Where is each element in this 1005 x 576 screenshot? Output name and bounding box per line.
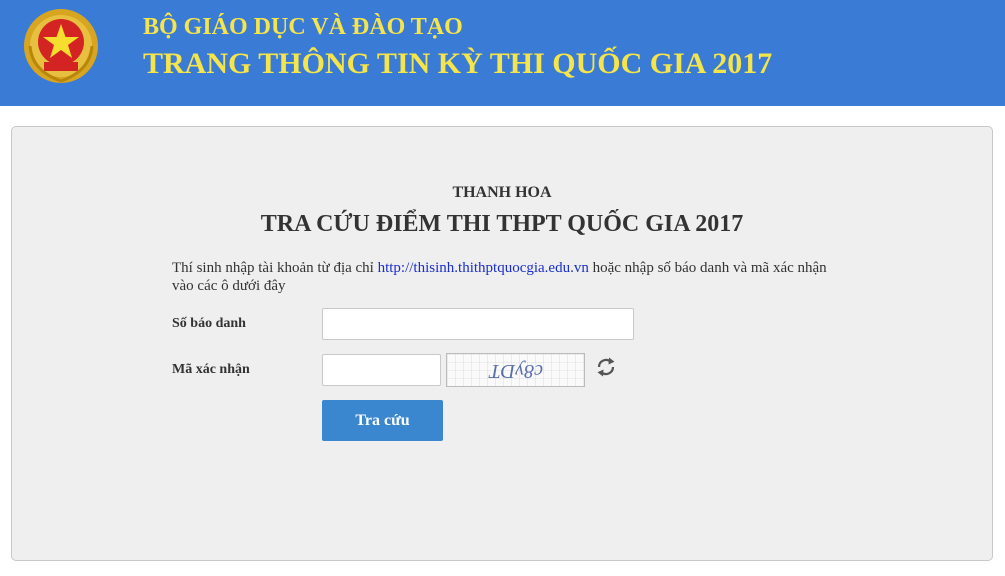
national-emblem-icon <box>24 9 98 83</box>
sbd-label: Số báo danh <box>172 316 246 331</box>
captcha-input[interactable] <box>322 354 441 386</box>
province-name: THANH HOA <box>452 184 552 201</box>
lookup-panel: THANH HOA TRA CỨU ĐIỂM THI THPT QUỐC GIA… <box>11 126 993 561</box>
site-title: TRANG THÔNG TIN KỲ THI QUỐC GIA 2017 <box>143 47 773 80</box>
instructions-text: Thí sinh nhập tài khoản từ địa chỉ http:… <box>172 259 832 295</box>
candidate-portal-link[interactable]: http://thisinh.thithptquocgia.edu.vn <box>378 260 589 276</box>
instructions-before: Thí sinh nhập tài khoản từ địa chỉ <box>172 260 378 276</box>
ministry-name: BỘ GIÁO DỤC VÀ ĐÀO TẠO <box>143 14 463 40</box>
captcha-label: Mã xác nhận <box>172 362 250 377</box>
site-header: BỘ GIÁO DỤC VÀ ĐÀO TẠO TRANG THÔNG TIN K… <box>0 0 1005 106</box>
sbd-input[interactable] <box>322 308 634 340</box>
page-title: TRA CỨU ĐIỂM THI THPT QUỐC GIA 2017 <box>260 211 744 237</box>
captcha-image: c8yDT <box>446 353 585 387</box>
lookup-button[interactable]: Tra cứu <box>322 400 443 441</box>
refresh-icon[interactable] <box>594 355 618 379</box>
captcha-text: c8yDT <box>488 360 543 382</box>
